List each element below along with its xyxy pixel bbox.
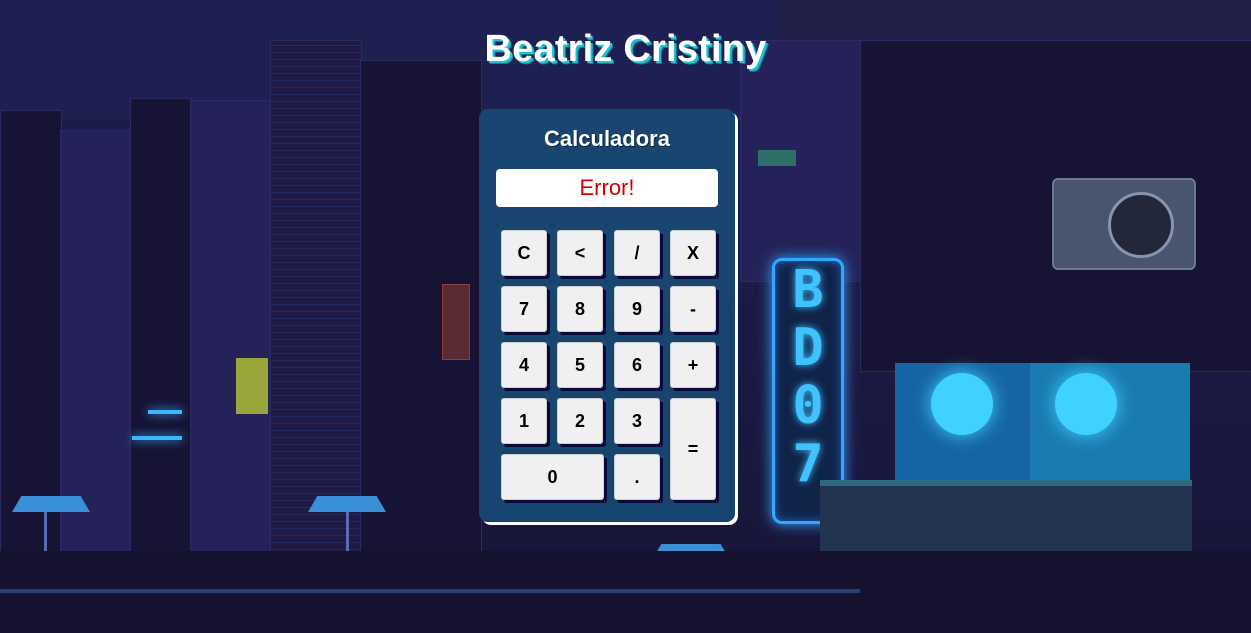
fan-icon: [1108, 192, 1174, 258]
air-conditioner-icon: [1052, 178, 1196, 270]
street-lamp-icon: [308, 496, 386, 512]
calculator-panel: Calculadora Error! C < / X 7 8 9 - 4 5 6…: [479, 109, 735, 522]
road-line: [0, 589, 860, 593]
digit-6-button[interactable]: 6: [614, 342, 660, 388]
digit-5-button[interactable]: 5: [557, 342, 603, 388]
digit-3-button[interactable]: 3: [614, 398, 660, 444]
add-button[interactable]: +: [670, 342, 716, 388]
page-title: Beatriz Cristiny: [484, 28, 767, 70]
lit-room: [895, 363, 1190, 483]
backspace-button[interactable]: <: [557, 230, 603, 276]
building: [270, 40, 362, 572]
digit-7-button[interactable]: 7: [501, 286, 547, 332]
lamp-post: [44, 512, 47, 556]
digit-8-button[interactable]: 8: [557, 286, 603, 332]
building: [130, 98, 192, 572]
digit-9-button[interactable]: 9: [614, 286, 660, 332]
yellow-sign: [236, 358, 268, 414]
building: [190, 100, 272, 572]
room-lamp-icon: [1055, 373, 1117, 435]
neon-sign-letter: B: [792, 260, 824, 320]
digit-0-button[interactable]: 0: [501, 454, 604, 500]
room-lamp-icon: [931, 373, 993, 435]
digit-1-button[interactable]: 1: [501, 398, 547, 444]
decimal-button[interactable]: .: [614, 454, 660, 500]
neon-light: [132, 436, 182, 440]
clear-button[interactable]: C: [501, 230, 547, 276]
teal-sign: [758, 150, 796, 166]
neon-sign-letter: 0: [792, 376, 824, 436]
divide-button[interactable]: /: [614, 230, 660, 276]
equals-button[interactable]: =: [670, 398, 716, 500]
street-lamp-icon: [12, 496, 90, 512]
neon-light: [148, 410, 182, 414]
red-sign: [442, 284, 470, 360]
neon-sign-letter: D: [792, 318, 824, 378]
keypad: C < / X 7 8 9 - 4 5 6 + 1 2 3 = 0 .: [479, 109, 735, 522]
digit-4-button[interactable]: 4: [501, 342, 547, 388]
digit-2-button[interactable]: 2: [557, 398, 603, 444]
lamp-post: [346, 512, 349, 556]
multiply-button[interactable]: X: [670, 230, 716, 276]
subtract-button[interactable]: -: [670, 286, 716, 332]
